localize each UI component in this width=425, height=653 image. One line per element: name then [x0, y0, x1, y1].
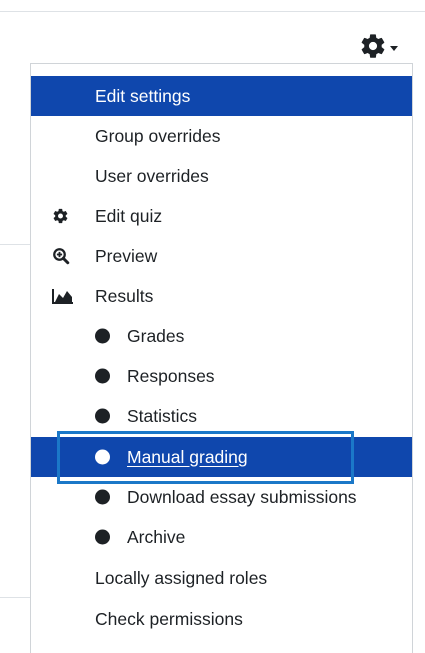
menu-item-results[interactable]: Results — [31, 276, 412, 316]
menu-item-label: Statistics — [127, 405, 198, 426]
bullet-icon — [95, 449, 110, 465]
content-divider — [0, 244, 30, 245]
menu-item-label: Edit settings — [95, 85, 191, 106]
menu-item-label: Download essay submissions — [127, 486, 357, 507]
menu-item-statistics[interactable]: Statistics — [31, 396, 412, 436]
actions-dropdown-menu: Edit settings Group overrides User overr… — [30, 63, 413, 653]
menu-item-label: Edit quiz — [95, 205, 163, 226]
area-chart-icon — [52, 288, 74, 304]
bullet-icon — [95, 368, 110, 384]
menu-item-responses[interactable]: Responses — [31, 356, 412, 396]
menu-item-download-essay-submissions[interactable]: Download essay submissions — [31, 477, 412, 517]
menu-item-archive[interactable]: Archive — [31, 517, 412, 557]
menu-item-user-overrides[interactable]: User overrides — [31, 156, 412, 196]
actions-menu-toggle[interactable] — [359, 32, 413, 60]
menu-item-edit-settings[interactable]: Edit settings — [31, 76, 412, 116]
menu-item-label: Manual grading — [127, 446, 248, 467]
menu-item-locally-assigned-roles[interactable]: Locally assigned roles — [31, 558, 412, 598]
menu-item-group-overrides[interactable]: Group overrides — [31, 116, 412, 156]
menu-item-manual-grading[interactable]: Manual grading — [31, 437, 412, 477]
menu-item-label: Archive — [127, 526, 186, 547]
menu-item-grades[interactable]: Grades — [31, 316, 412, 356]
menu-item-label: Responses — [127, 365, 215, 386]
caret-down-icon — [390, 45, 398, 51]
menu-item-label: Results — [95, 285, 154, 306]
menu-item-label: Group overrides — [95, 125, 221, 146]
menu-item-label: Check permissions — [95, 608, 243, 629]
zoom-in-icon — [52, 247, 70, 265]
menu-item-label: Grades — [127, 325, 185, 346]
menu-item-preview[interactable]: Preview — [31, 236, 412, 276]
menu-item-label: Locally assigned roles — [95, 567, 268, 588]
top-divider — [0, 11, 425, 12]
bullet-icon — [95, 529, 110, 545]
bullet-icon — [95, 489, 110, 505]
gear-icon — [52, 208, 69, 225]
gear-icon — [359, 32, 387, 60]
bullet-icon — [95, 328, 110, 344]
bullet-icon — [95, 408, 110, 424]
content-divider-lower — [0, 597, 30, 598]
menu-item-check-permissions[interactable]: Check permissions — [31, 599, 412, 639]
menu-item-edit-quiz[interactable]: Edit quiz — [31, 196, 412, 236]
menu-item-label: Preview — [95, 245, 158, 266]
menu-item-label: User overrides — [95, 165, 209, 186]
